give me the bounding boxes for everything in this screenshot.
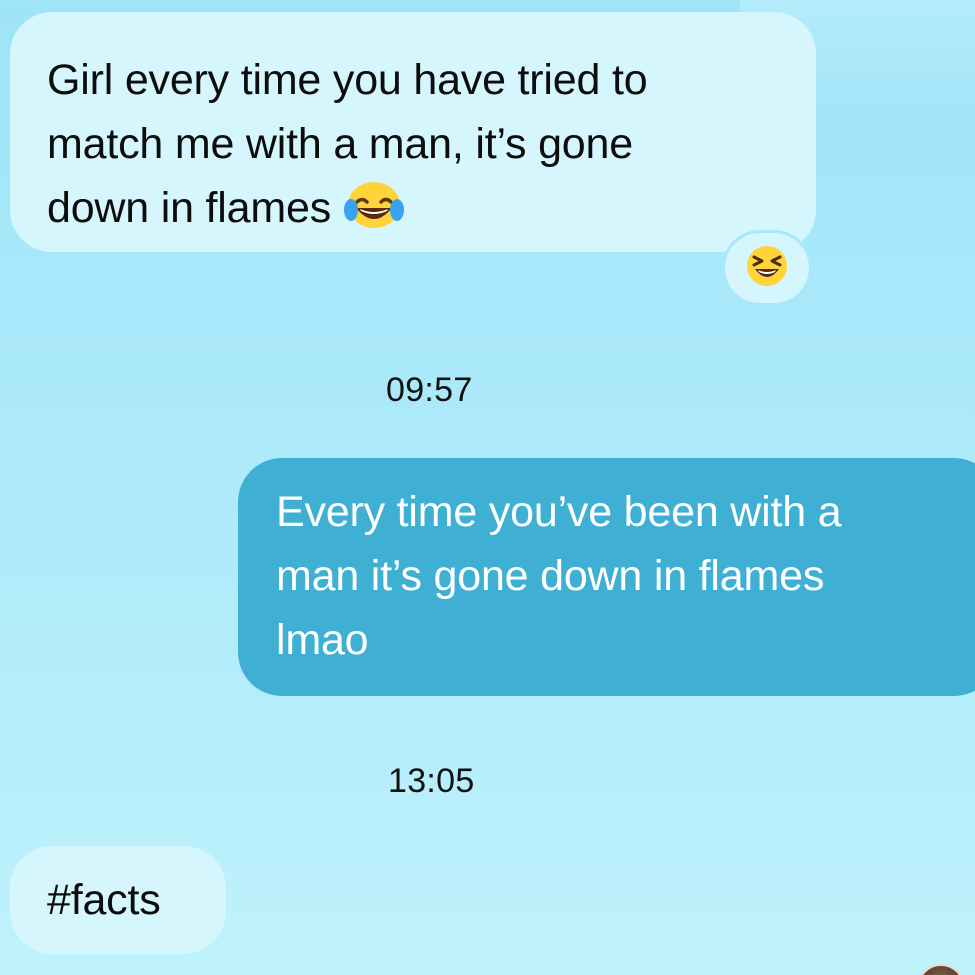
message-text-line: match me with a man, it’s gone	[47, 120, 633, 168]
grinning-squinting-face-icon	[744, 243, 790, 294]
message-text-line: down in flames	[47, 176, 786, 248]
incoming-message-bubble[interactable]: #facts	[10, 846, 226, 954]
message-timestamp: 13:05	[388, 762, 475, 800]
message-timestamp: 09:57	[386, 371, 473, 409]
message-text-line: Girl every time you have tried to	[47, 56, 648, 104]
message-text-line: lmao	[276, 616, 369, 664]
message-text-line: Every time you’ve been with a	[276, 488, 842, 536]
message-reaction-badge[interactable]	[725, 233, 809, 303]
incoming-message-bubble[interactable]: Girl every time you have tried to match …	[10, 12, 816, 252]
outgoing-message-bubble[interactable]: Every time you’ve been with a man it’s g…	[238, 458, 975, 696]
face-with-tears-of-joy-icon	[343, 180, 405, 248]
message-text-line-part: down in flames	[47, 184, 332, 232]
message-text-line: #facts	[47, 876, 161, 924]
message-text-line: man it’s gone down in flames	[276, 552, 825, 600]
avatar[interactable]	[917, 964, 965, 975]
